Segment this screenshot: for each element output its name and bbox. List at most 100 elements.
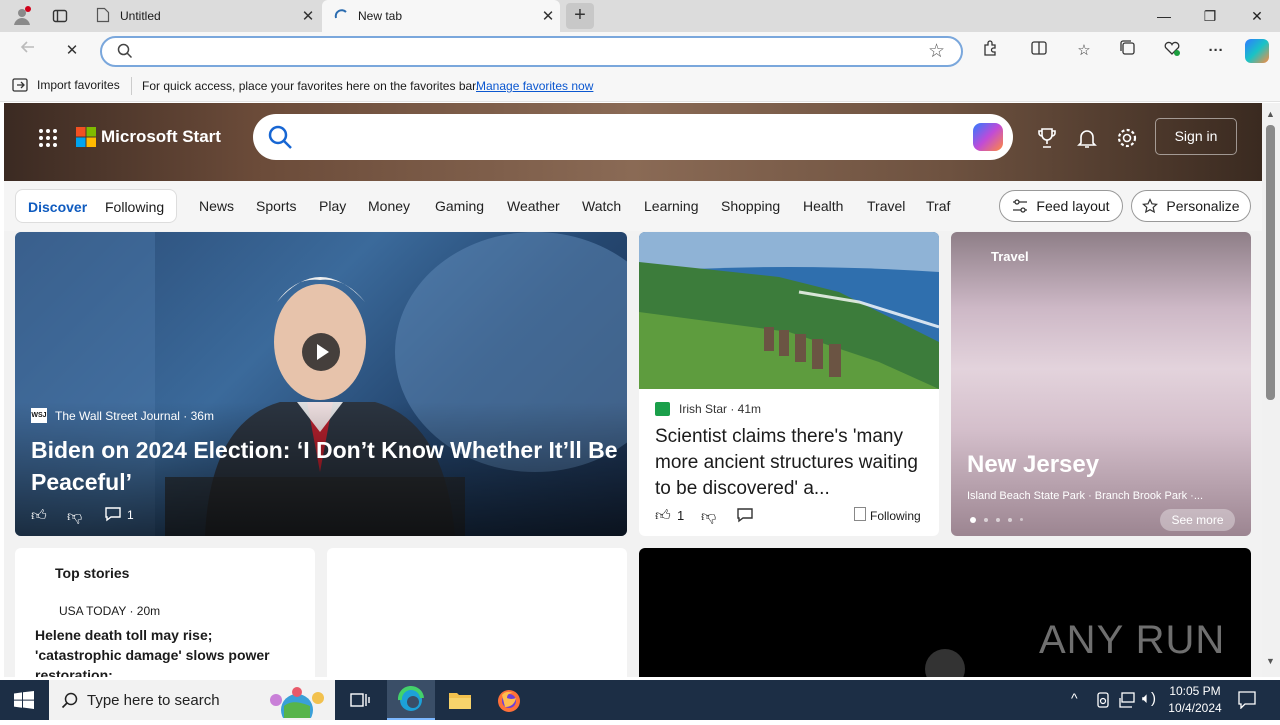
irish-star-headline[interactable]: Scientist claims there's 'many more anci… [655,424,927,502]
clock-date: 10/4/2024 [1168,701,1222,715]
nav-travel[interactable]: Travel [867,198,905,214]
browser-essentials-icon[interactable] [1158,39,1186,63]
search-icon [267,124,293,155]
tab-actions-icon[interactable] [52,8,68,24]
news-card-irish-star[interactable]: Irish Star · 41m Scientist claims there'… [639,232,939,536]
favorites-icon[interactable]: ☆ [1070,39,1098,63]
web-search-input[interactable] [253,114,1013,160]
brand-name[interactable]: Microsoft Start [101,127,221,147]
favorites-bar: Import favorites For quick access, place… [0,70,1280,102]
comment-icon[interactable] [736,507,754,528]
like-icon[interactable]: 👍︎ [655,507,671,525]
search-icon [117,43,133,64]
device-icon[interactable] [1096,692,1110,713]
irish-star-logo [655,402,670,416]
task-view-icon[interactable] [350,691,370,714]
network-icon[interactable] [1118,692,1136,713]
top-story-headline[interactable]: Helene death toll may rise; 'catastrophi… [35,625,300,677]
hero-headline[interactable]: Biden on 2024 Election: ‘I Don’t Know Wh… [31,434,621,498]
address-row: ✕ ☆ ☆ ··· [0,32,1280,70]
page-icon [96,7,110,26]
scroll-up-arrow[interactable]: ▲ [1266,109,1275,119]
feed-toggle: Discover Following [15,189,177,223]
import-favorites-label: Import favorites [37,78,120,92]
dislike-icon[interactable]: 👎︎ [701,508,716,526]
taskbar-search-box[interactable]: Type here to search [49,680,335,725]
close-tab-icon[interactable]: ✕ [536,7,560,25]
show-hidden-icons-icon[interactable]: ^ [1071,690,1078,706]
travel-title[interactable]: New Jersey [967,451,1099,479]
rewards-icon[interactable] [1036,127,1058,154]
nav-sports[interactable]: Sports [256,198,296,214]
volume-icon[interactable]: 🔈︎) [1142,690,1156,707]
video-card[interactable]: ANY RUN [639,548,1251,677]
copilot-icon[interactable] [973,123,1003,151]
restore-button[interactable]: ❐ [1187,0,1233,32]
tab-title: Untitled [120,9,161,23]
stop-icon[interactable]: ✕ [58,39,86,63]
nav-money[interactable]: Money [368,198,410,214]
easter-island-image [639,232,939,389]
extensions-icon[interactable] [977,39,1005,63]
comment-count: 1 [127,508,134,522]
top-stories-heading[interactable]: Top stories [55,565,129,581]
manage-favorites-link[interactable]: Manage favorites now [476,79,593,93]
nav-shopping[interactable]: Shopping [721,198,780,214]
hero-source: The Wall Street Journal · 36m [55,409,214,423]
file-explorer-icon[interactable] [448,690,472,715]
nav-watch[interactable]: Watch [582,198,621,214]
hero-news-card[interactable]: WSJ The Wall Street Journal · 36m Biden … [15,232,627,536]
notifications-icon[interactable] [1076,127,1098,154]
profile-icon[interactable] [12,6,32,26]
personalize-button[interactable]: Personalize [1131,190,1251,222]
feed-layout-button[interactable]: Feed layout [999,190,1123,222]
nav-weather[interactable]: Weather [507,198,560,214]
nav-learning[interactable]: Learning [644,198,699,214]
address-bar[interactable]: ☆ [100,36,963,67]
page-scrollbar[interactable]: ▲ ▼ [1262,103,1280,677]
nav-gaming[interactable]: Gaming [435,198,484,214]
tab-untitled[interactable]: Untitled ✕ [84,0,320,32]
nav-news[interactable]: News [199,198,234,214]
tab-new-tab[interactable]: New tab ✕ [322,0,560,32]
import-favorites-button[interactable]: Import favorites [12,78,120,92]
clock[interactable]: 10:05 PM 10/4/2024 [1166,683,1224,717]
back-icon[interactable] [14,39,42,63]
close-window-button[interactable]: ✕ [1234,0,1280,32]
settings-gear-icon[interactable] [1116,127,1138,154]
like-icon[interactable]: 👍︎ [31,507,47,525]
tab-title: New tab [358,9,403,23]
loading-icon [334,8,348,25]
dislike-icon[interactable]: 👎︎ [67,508,82,526]
close-tab-icon[interactable]: ✕ [296,7,320,25]
video-thumbnail-circle [925,649,965,677]
scroll-down-arrow[interactable]: ▼ [1266,656,1275,666]
split-screen-icon[interactable] [1025,39,1053,63]
notification-center-icon[interactable] [1238,691,1256,714]
copilot-icon[interactable] [1245,39,1269,63]
scroll-thumb[interactable] [1266,125,1275,400]
see-more-button[interactable]: See more [1160,509,1235,531]
like-count: 1 [677,508,685,523]
following-label[interactable]: Following [870,509,921,523]
edge-taskbar-icon[interactable] [387,680,435,720]
collections-icon[interactable] [1114,39,1142,63]
comment-icon[interactable] [104,506,122,527]
carousel-dots[interactable] [970,517,1023,523]
play-button[interactable] [302,333,340,371]
favorite-star-icon[interactable]: ☆ [928,40,945,63]
tab-discover[interactable]: Discover [28,199,87,215]
nav-traffic[interactable]: Traf [926,198,950,214]
nav-play[interactable]: Play [319,198,346,214]
firefox-icon[interactable] [497,689,521,718]
tab-strip: Untitled ✕ New tab ✕ + — ❐ ✕ [0,0,1280,32]
nav-health[interactable]: Health [803,198,843,214]
sign-in-button[interactable]: Sign in [1155,118,1237,155]
new-tab-button[interactable]: + [566,3,594,29]
tab-following[interactable]: Following [105,199,164,215]
more-options-icon[interactable]: ··· [1202,39,1230,63]
minimize-button[interactable]: — [1141,0,1187,32]
travel-card[interactable]: Travel New Jersey Island Beach State Par… [951,232,1251,536]
start-button[interactable] [14,691,34,709]
app-launcher-icon[interactable] [38,128,58,148]
